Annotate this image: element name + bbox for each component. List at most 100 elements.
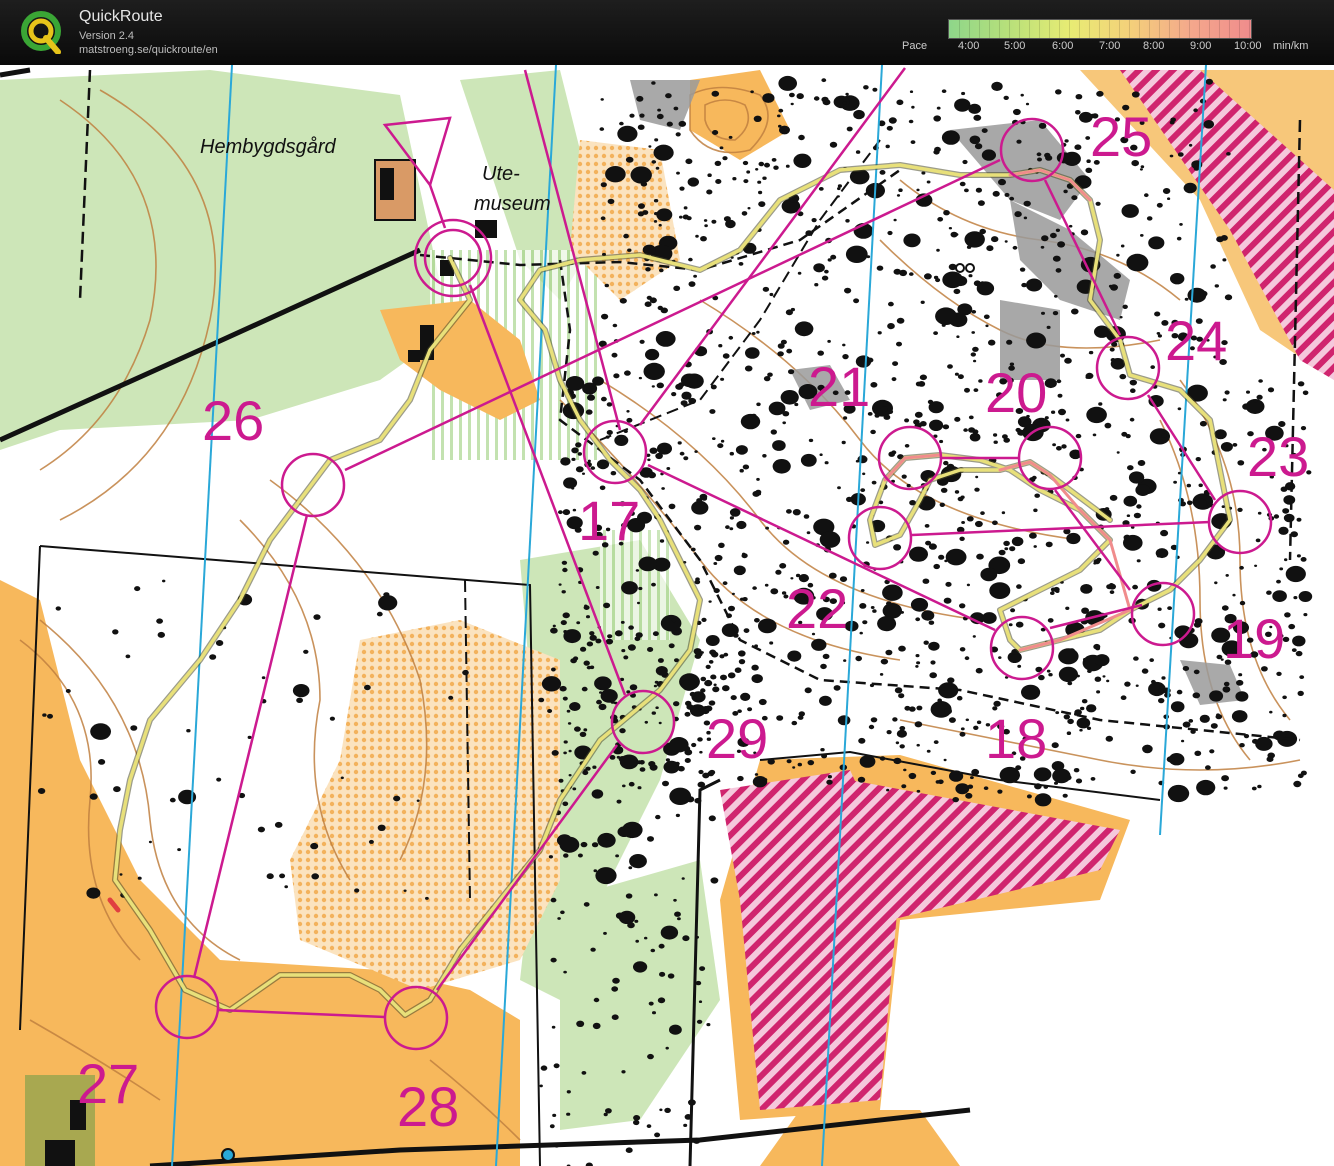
boulder	[42, 713, 47, 717]
boulder	[981, 612, 997, 624]
boulder	[1014, 211, 1022, 218]
boulder	[773, 165, 779, 170]
boulder	[1102, 675, 1106, 678]
boulder	[953, 288, 961, 295]
pace-color-bar	[948, 19, 1252, 39]
boulder	[1292, 635, 1306, 647]
boulder	[947, 364, 953, 369]
boulder	[1119, 373, 1127, 380]
boulder	[1133, 512, 1141, 519]
boulder	[910, 140, 916, 145]
boulder	[694, 524, 702, 531]
boulder	[756, 402, 761, 407]
boulder	[729, 516, 735, 520]
boulder	[1079, 728, 1083, 732]
boulder	[782, 539, 790, 545]
boulder	[1125, 434, 1131, 439]
boulder	[1120, 244, 1125, 248]
boulder	[619, 121, 624, 126]
boulder	[376, 611, 383, 617]
boulder	[876, 265, 884, 271]
boulder	[929, 419, 944, 431]
boulder	[1015, 621, 1024, 628]
boulder	[913, 419, 920, 425]
boulder	[1052, 443, 1056, 447]
boulder	[813, 96, 820, 101]
boulder	[1184, 297, 1189, 301]
boulder	[563, 629, 581, 644]
boulder	[762, 778, 768, 782]
boulder	[585, 409, 593, 415]
boulder	[943, 597, 952, 604]
boulder	[837, 184, 843, 188]
boulder	[945, 581, 952, 587]
boulder	[962, 159, 968, 165]
boulder	[738, 262, 744, 266]
boulder	[1071, 308, 1079, 315]
boulder	[1158, 698, 1165, 704]
boulder	[665, 93, 672, 99]
boulder	[571, 487, 575, 490]
boulder	[1109, 583, 1114, 587]
boulder	[968, 427, 976, 433]
boulder	[649, 297, 657, 304]
boulder	[666, 121, 673, 127]
boulder	[1300, 557, 1307, 562]
boulder	[1080, 584, 1093, 594]
boulder	[933, 275, 939, 280]
boulder	[739, 468, 744, 473]
boulder	[892, 717, 898, 722]
boulder	[119, 873, 123, 876]
control-number-29: 29	[706, 707, 768, 770]
boulder	[704, 224, 708, 228]
boulder	[671, 392, 677, 397]
boulder	[794, 321, 814, 337]
boulder	[673, 701, 680, 707]
boulder	[1075, 94, 1083, 100]
boulder	[741, 211, 748, 216]
boulder	[638, 556, 658, 572]
boulder	[954, 98, 971, 112]
boulder	[980, 511, 985, 515]
boulder	[1017, 664, 1022, 668]
boulder	[1058, 648, 1079, 665]
boulder	[722, 156, 728, 161]
boulder	[572, 787, 577, 791]
boulder	[652, 1011, 656, 1015]
boulder	[605, 166, 626, 183]
boulder	[1093, 559, 1101, 565]
boulder	[624, 370, 631, 376]
boulder	[1156, 554, 1161, 558]
boulder	[1284, 558, 1288, 562]
boulder	[698, 705, 706, 712]
boulder	[1075, 433, 1082, 439]
boulder	[858, 737, 866, 744]
boulder	[787, 650, 802, 662]
boulder	[156, 618, 164, 624]
boulder	[674, 911, 681, 917]
boulder	[607, 198, 615, 205]
boulder	[855, 655, 862, 662]
boulder	[563, 740, 568, 744]
boulder	[770, 588, 779, 595]
boulder	[113, 786, 121, 793]
boulder	[968, 274, 973, 278]
boulder	[660, 614, 682, 632]
control-number-27: 27	[77, 1052, 139, 1115]
boulder	[1001, 511, 1006, 515]
boulder	[628, 781, 635, 787]
boulder	[698, 769, 704, 775]
boulder	[647, 836, 654, 842]
boulder	[1081, 699, 1088, 704]
boulder	[1008, 623, 1013, 627]
app-url[interactable]: matstroeng.se/quickroute/en	[79, 44, 218, 56]
orienteering-map[interactable]: 1718192021222324252627 2829 Hembygdsgård …	[0, 65, 1334, 1166]
boulder	[169, 797, 176, 803]
boulder	[943, 460, 949, 466]
boulder	[1094, 676, 1102, 682]
boulder	[718, 344, 723, 348]
control-number-26: 26	[202, 389, 264, 452]
boulder	[844, 287, 852, 294]
boulder	[586, 665, 592, 670]
boulder	[1048, 673, 1053, 677]
